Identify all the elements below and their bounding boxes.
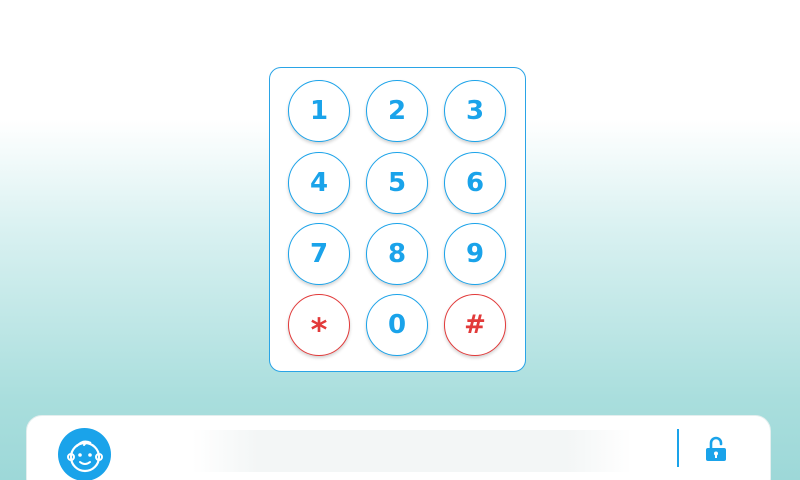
key-9[interactable]: 9 [444, 223, 506, 285]
key-8[interactable]: 8 [366, 223, 428, 285]
baby-face-icon-graphic [66, 440, 103, 472]
key-0[interactable]: 0 [366, 294, 428, 356]
keypad: 1 2 3 4 5 6 7 8 9 * 0 # [269, 67, 526, 372]
code-input-field[interactable] [192, 430, 632, 472]
key-2[interactable]: 2 [366, 80, 428, 142]
key-7[interactable]: 7 [288, 223, 350, 285]
bottom-bar [26, 415, 771, 480]
key-star[interactable]: * [288, 294, 350, 356]
key-1[interactable]: 1 [288, 80, 350, 142]
key-5[interactable]: 5 [366, 152, 428, 214]
key-4[interactable]: 4 [288, 152, 350, 214]
key-hash[interactable]: # [444, 294, 506, 356]
key-6[interactable]: 6 [444, 152, 506, 214]
divider [677, 429, 679, 467]
unlock-icon[interactable] [703, 435, 729, 463]
key-3[interactable]: 3 [444, 80, 506, 142]
baby-face-icon[interactable] [58, 428, 111, 480]
unlock-icon-graphic [706, 436, 726, 461]
